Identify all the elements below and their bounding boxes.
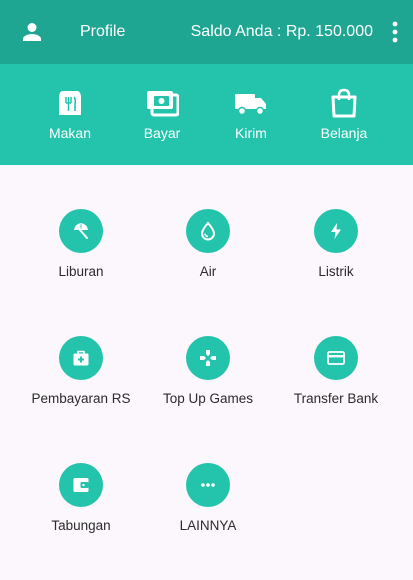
truck-icon	[235, 94, 266, 116]
wallet-icon	[73, 478, 89, 492]
quick-item-makan[interactable]: Makan	[25, 64, 115, 165]
quick-item-belanja[interactable]: Belanja	[299, 64, 389, 165]
payments-icon	[147, 91, 179, 117]
service-icon-circle	[186, 209, 230, 253]
service-label: Tabungan	[51, 518, 111, 533]
service-label: Air	[199, 264, 217, 279]
gamepad-icon	[200, 350, 216, 366]
credit-card-icon	[327, 351, 345, 365]
service-top-up-games[interactable]: Top Up Games	[138, 336, 278, 436]
service-lainnya[interactable]: LAINNYA	[138, 463, 278, 563]
quick-label: Bayar	[143, 125, 181, 141]
medical-kit-icon	[73, 350, 89, 366]
quick-label: Kirim	[235, 125, 267, 141]
service-icon-circle	[59, 209, 103, 253]
service-transfer-bank[interactable]: Transfer Bank	[266, 336, 406, 436]
quick-action-bar: Makan Bayar Kirim Belanja	[0, 64, 413, 165]
services-grid: Liburan Air Listrik Pembayaran RS Top Up…	[0, 165, 413, 580]
water-drop-icon	[200, 221, 216, 241]
more-horiz-icon	[201, 483, 215, 487]
service-air[interactable]: Air	[138, 209, 278, 309]
quick-label: Makan	[48, 125, 92, 141]
quick-item-bayar[interactable]: Bayar	[117, 64, 207, 165]
service-icon-circle	[186, 463, 230, 507]
profile-title[interactable]: Profile	[80, 23, 125, 41]
shopping-bag-icon	[331, 88, 357, 118]
service-tabungan[interactable]: Tabungan	[11, 463, 151, 563]
quick-item-kirim[interactable]: Kirim	[206, 64, 296, 165]
service-icon-circle	[314, 336, 358, 380]
service-label: Top Up Games	[162, 391, 254, 406]
quick-label: Belanja	[320, 125, 368, 141]
service-listrik[interactable]: Listrik	[266, 209, 406, 309]
service-label: Pembayaran RS	[31, 391, 131, 406]
service-icon-circle	[59, 463, 103, 507]
service-icon-circle	[186, 336, 230, 380]
service-label: Listrik	[318, 264, 354, 279]
lightning-icon	[331, 223, 341, 239]
person-icon[interactable]	[20, 20, 44, 44]
service-label: Transfer Bank	[293, 391, 379, 406]
balance-text: Saldo Anda : Rp. 150.000	[190, 23, 373, 40]
app-bar: Profile Saldo Anda : Rp. 150.000	[0, 0, 413, 64]
service-icon-circle	[314, 209, 358, 253]
restaurant-icon	[59, 91, 81, 115]
service-label: Liburan	[58, 264, 104, 279]
service-liburan[interactable]: Liburan	[11, 209, 151, 309]
beach-umbrella-icon	[74, 223, 88, 239]
service-pembayaran-rs[interactable]: Pembayaran RS	[11, 336, 151, 436]
more-vert-icon[interactable]	[391, 20, 399, 44]
service-label: LAINNYA	[179, 518, 237, 533]
service-icon-circle	[59, 336, 103, 380]
